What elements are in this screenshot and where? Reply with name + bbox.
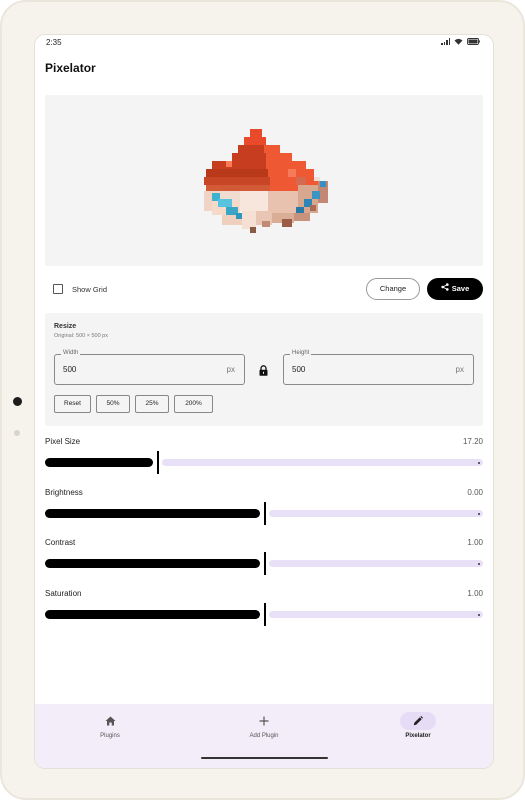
- status-time: 2:35: [46, 38, 62, 47]
- status-icons: [441, 38, 480, 45]
- nav-label-pixelator: Pixelator: [405, 733, 431, 739]
- slider-end-dot: [478, 462, 480, 464]
- signal-icon: [441, 38, 450, 45]
- slider-active-track[interactable]: [45, 458, 153, 467]
- slider-inactive-track[interactable]: [162, 459, 483, 466]
- slider-inactive-track[interactable]: [269, 510, 483, 517]
- change-button[interactable]: Change: [366, 278, 420, 300]
- pixel-art-mushroom-image: [204, 129, 328, 233]
- wifi-icon: [454, 38, 463, 45]
- brightness-slider: Brightness 0.00: [45, 488, 483, 528]
- slider-active-track[interactable]: [45, 559, 260, 568]
- sensor-dot: [14, 430, 20, 436]
- nav-item-add-plugin[interactable]: Add Plugin: [204, 704, 324, 752]
- lock-aspect-icon[interactable]: [259, 363, 268, 381]
- pencil-icon: [400, 712, 436, 730]
- save-button[interactable]: Save: [427, 278, 483, 300]
- contrast-slider: Contrast 1.00: [45, 538, 483, 578]
- slider-thumb[interactable]: [264, 552, 266, 575]
- tablet-frame: 2:35 Pixelator Show Grid Change Save Res…: [0, 0, 525, 800]
- home-indicator[interactable]: [201, 757, 328, 759]
- slider-thumb[interactable]: [264, 603, 266, 626]
- scale-50-button[interactable]: 50%: [96, 395, 130, 413]
- width-field[interactable]: Width 500 px: [54, 350, 245, 385]
- slider-end-dot: [478, 614, 480, 616]
- slider-active-track[interactable]: [45, 509, 260, 518]
- height-value: 500: [292, 365, 306, 374]
- slider-inactive-track[interactable]: [269, 560, 483, 567]
- grid-and-actions-row: Show Grid Change Save: [45, 278, 483, 302]
- reset-button[interactable]: Reset: [54, 395, 91, 413]
- page-title: Pixelator: [45, 61, 96, 75]
- original-size-text: Original: 500 × 500 px: [54, 333, 108, 339]
- show-grid-checkbox[interactable]: [53, 284, 63, 294]
- nav-label-add-plugin: Add Plugin: [249, 733, 279, 739]
- home-icon: [92, 712, 128, 730]
- resize-panel: Resize Original: 500 × 500 px Width 500 …: [45, 313, 483, 426]
- slider-label: Contrast: [45, 538, 76, 547]
- show-grid-label: Show Grid: [72, 285, 108, 294]
- pixel-size-slider: Pixel Size 17.20: [45, 437, 483, 477]
- slider-end-dot: [478, 563, 480, 565]
- front-camera: [13, 397, 22, 406]
- nav-label-plugins: Plugins: [100, 733, 120, 739]
- width-field-label: Width: [61, 350, 81, 356]
- slider-thumb[interactable]: [264, 502, 266, 525]
- slider-value: 1.00: [467, 589, 483, 598]
- height-unit: px: [455, 365, 464, 374]
- plus-icon: [246, 712, 282, 730]
- resize-title: Resize: [54, 323, 77, 330]
- slider-active-track[interactable]: [45, 610, 260, 619]
- scale-25-button[interactable]: 25%: [135, 395, 169, 413]
- nav-item-pixelator[interactable]: Pixelator: [358, 704, 478, 752]
- save-button-label: Save: [451, 284, 470, 293]
- slider-value: 17.20: [462, 437, 483, 446]
- screen: 2:35 Pixelator Show Grid Change Save Res…: [35, 35, 493, 768]
- status-bar: 2:35: [35, 35, 493, 51]
- height-field-label: Height: [290, 350, 312, 356]
- nav-item-plugins[interactable]: Plugins: [50, 704, 170, 752]
- width-unit: px: [226, 365, 235, 374]
- saturation-slider: Saturation 1.00: [45, 589, 483, 629]
- slider-value: 1.00: [467, 538, 483, 547]
- width-value: 500: [63, 365, 77, 374]
- image-preview: [45, 95, 483, 266]
- resize-presets: Reset 50% 25% 200%: [54, 395, 213, 413]
- share-icon: [441, 278, 449, 300]
- slider-label: Pixel Size: [45, 437, 81, 446]
- height-field[interactable]: Height 500 px: [283, 350, 474, 385]
- slider-inactive-track[interactable]: [269, 611, 483, 618]
- slider-label: Brightness: [45, 488, 83, 497]
- scale-200-button[interactable]: 200%: [174, 395, 213, 413]
- slider-thumb[interactable]: [157, 451, 159, 474]
- battery-icon: [467, 38, 480, 45]
- slider-label: Saturation: [45, 589, 82, 598]
- slider-value: 0.00: [467, 488, 483, 497]
- change-button-label: Change: [379, 284, 407, 293]
- slider-end-dot: [478, 513, 480, 515]
